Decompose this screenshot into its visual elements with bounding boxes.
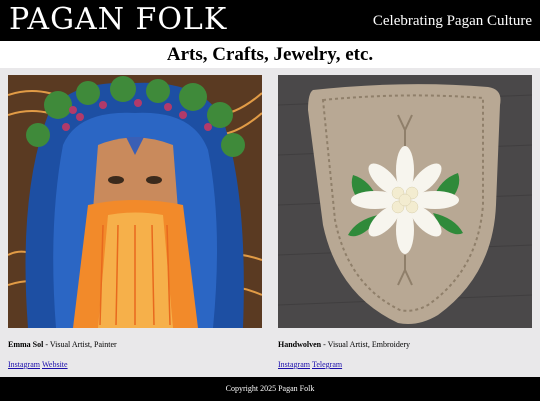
telegram-link[interactable]: Telegram	[312, 360, 342, 369]
website-link[interactable]: Website	[42, 360, 68, 369]
site-footer: Copyright 2025 Pagan Folk	[0, 377, 540, 401]
artist-image-embroidery[interactable]	[278, 75, 532, 328]
site-header: PAGAN FOLK Celebrating Pagan Culture	[0, 0, 540, 41]
artist-links: Instagram Website	[8, 360, 262, 370]
site-tagline: Celebrating Pagan Culture	[372, 13, 532, 29]
artist-name: Handwolven	[278, 340, 322, 349]
artist-gallery: Emma Sol - Visual Artist, Painter Instag…	[0, 68, 540, 377]
artist-caption: Handwolven - Visual Artist, Embroidery	[278, 340, 532, 350]
artist-description: - Visual Artist, Painter	[43, 340, 117, 349]
copyright-text: Copyright 2025 Pagan Folk	[225, 384, 315, 393]
artist-description: - Visual Artist, Embroidery	[321, 340, 411, 349]
instagram-link[interactable]: Instagram	[8, 360, 40, 369]
artist-card-emma-sol: Emma Sol - Visual Artist, Painter Instag…	[8, 75, 262, 370]
artist-card-handwolven: Handwolven - Visual Artist, Embroidery I…	[278, 75, 532, 370]
artist-name: Emma Sol	[8, 340, 44, 349]
instagram-link[interactable]: Instagram	[278, 360, 310, 369]
page-title: Arts, Crafts, Jewelry, etc.	[166, 44, 374, 65]
artist-links: Instagram Telegram	[278, 360, 532, 370]
artist-caption: Emma Sol - Visual Artist, Painter	[8, 340, 262, 350]
site-logo[interactable]: PAGAN FOLK	[9, 2, 227, 38]
artist-image-painting[interactable]	[8, 75, 262, 328]
